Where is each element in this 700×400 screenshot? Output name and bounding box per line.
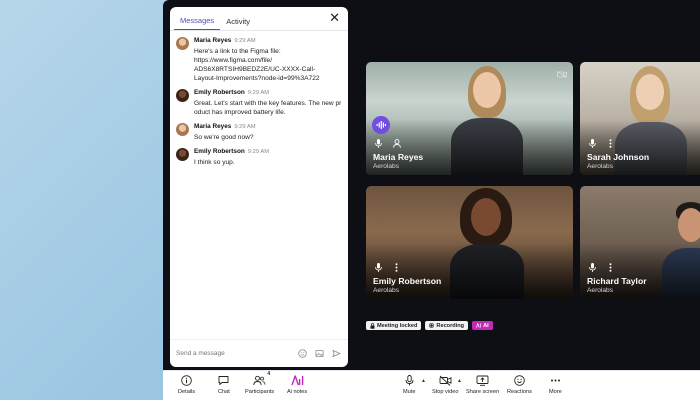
details-button[interactable]: Details: [178, 374, 195, 395]
avatar: [176, 123, 189, 136]
lock-icon: [370, 322, 375, 329]
list-item: Emily Robertson 9:29 AM Great. Let's star…: [176, 88, 342, 117]
message-text: Great. Let's start with the key features…: [194, 100, 342, 116]
ai-badge: AI: [472, 321, 493, 330]
ai-notes-label: Ai notes: [287, 389, 308, 395]
message-text: I think so yup.: [194, 159, 235, 166]
more-label: More: [549, 389, 562, 395]
participant-org: Aerolabs: [587, 163, 614, 170]
video-tile-emily-robertson[interactable]: Emily Robertson Aerolabs: [366, 186, 573, 299]
chat-icon: [218, 374, 229, 387]
participant-name: Sarah Johnson: [587, 152, 650, 162]
participant-org: Aerolabs: [373, 163, 400, 170]
smiley-icon: [514, 374, 525, 387]
message-author: Emily Robertson: [194, 89, 245, 96]
meeting-status: Meeting locked Recording AI: [366, 321, 493, 330]
list-item: Maria Reyes 9:29 AM Here's a link to the …: [176, 36, 342, 83]
participant-org: Aerolabs: [373, 287, 400, 294]
avatar: [176, 37, 189, 50]
message-list: Maria Reyes 9:29 AM Here's a link to the …: [170, 31, 348, 167]
mute-label: Mute: [403, 389, 416, 395]
participants-button[interactable]: 4 Participants: [245, 371, 275, 395]
info-icon: [181, 374, 192, 387]
recording-badge: Recording: [425, 321, 469, 330]
microphone-icon: [405, 374, 414, 387]
list-item: Emily Robertson 9:29 AM I think so yup.: [176, 147, 342, 167]
participants-icon: 4: [253, 371, 270, 387]
recording-dot-icon: [429, 323, 435, 328]
list-item: Maria Reyes 9:29 AM So we're good now?: [176, 122, 342, 142]
emoji-icon[interactable]: [297, 348, 308, 359]
mute-button[interactable]: Mute: [403, 374, 415, 395]
participant-name: Richard Taylor: [587, 276, 647, 286]
ai-sparkle-icon: [476, 323, 481, 328]
reactions-button[interactable]: Reactions: [507, 374, 532, 395]
message-text: So we're good now?: [194, 134, 254, 141]
participant-name: Emily Robertson: [373, 276, 442, 286]
speaking-indicator-icon: [372, 116, 390, 134]
participant-name: Maria Reyes: [373, 152, 424, 162]
recording-label: Recording: [436, 322, 465, 329]
ai-notes-button[interactable]: Ai notes: [287, 374, 307, 395]
message-author: Maria Reyes: [194, 37, 232, 44]
message-text[interactable]: Here's a link to the Figma file: https:/…: [194, 47, 320, 83]
message-time: 9:29 AM: [234, 124, 256, 130]
reactions-label: Reactions: [507, 389, 532, 395]
message-time: 9:29 AM: [247, 149, 270, 155]
microphone-icon[interactable]: [374, 138, 383, 148]
details-label: Details: [178, 389, 196, 395]
message-author: Emily Robertson: [194, 148, 245, 155]
meeting-toolbar: Details Chat 4 Participants Ai notes Mut…: [163, 370, 700, 400]
image-icon[interactable]: [314, 348, 325, 359]
more-vertical-icon[interactable]: [606, 138, 615, 148]
participants-count-badge: 4: [267, 371, 271, 377]
meeting-locked-label: Meeting locked: [377, 322, 418, 329]
microphone-icon[interactable]: [588, 262, 597, 272]
message-input[interactable]: [176, 350, 291, 357]
share-screen-icon: [476, 374, 489, 387]
video-tile-sarah-johnson[interactable]: Sarah Johnson Aerolabs: [580, 62, 700, 175]
send-icon[interactable]: [331, 348, 342, 359]
mute-options-chevron-icon[interactable]: ▲: [421, 378, 426, 384]
message-author: Maria Reyes: [194, 123, 232, 130]
video-off-icon: [557, 65, 567, 83]
tab-messages[interactable]: Messages: [174, 16, 221, 30]
message-composer: [170, 339, 348, 367]
stop-video-label: Stop video: [432, 389, 459, 395]
microphone-icon[interactable]: [588, 138, 597, 148]
message-time: 9:29 AM: [234, 38, 256, 44]
chat-panel: Messages Activity ✕ Maria Reyes 9:29 AM H…: [170, 7, 348, 367]
meeting-locked-badge: Meeting locked: [366, 321, 422, 330]
chat-tabs: Messages Activity ✕: [170, 7, 348, 31]
participant-org: Aerolabs: [587, 287, 614, 294]
stop-video-button[interactable]: Stop video: [432, 374, 458, 395]
chat-button[interactable]: Chat: [218, 374, 230, 395]
chat-label: Chat: [218, 389, 230, 395]
close-icon[interactable]: ✕: [329, 11, 340, 24]
ai-notes-icon: [290, 374, 304, 387]
more-button[interactable]: More: [549, 374, 562, 395]
share-screen-button[interactable]: Share screen: [466, 374, 499, 395]
avatar: [176, 89, 189, 102]
participants-label: Participants: [245, 389, 275, 395]
share-screen-label: Share screen: [466, 389, 500, 395]
tab-activity[interactable]: Activity: [220, 17, 256, 30]
video-tile-richard-taylor[interactable]: Richard Taylor Aerolabs: [580, 186, 700, 299]
more-vertical-icon[interactable]: [392, 262, 401, 272]
microphone-icon[interactable]: [374, 262, 383, 272]
video-options-chevron-icon[interactable]: ▲: [457, 378, 462, 384]
video-tile-maria-reyes[interactable]: Maria Reyes Aerolabs: [366, 62, 573, 175]
video-camera-off-icon: [439, 374, 452, 387]
message-time: 9:29 AM: [247, 90, 270, 96]
person-icon[interactable]: [392, 138, 401, 148]
more-vertical-icon[interactable]: [606, 262, 615, 272]
ai-label: AI: [483, 322, 489, 329]
avatar: [176, 148, 189, 161]
more-horizontal-icon: [550, 374, 561, 387]
